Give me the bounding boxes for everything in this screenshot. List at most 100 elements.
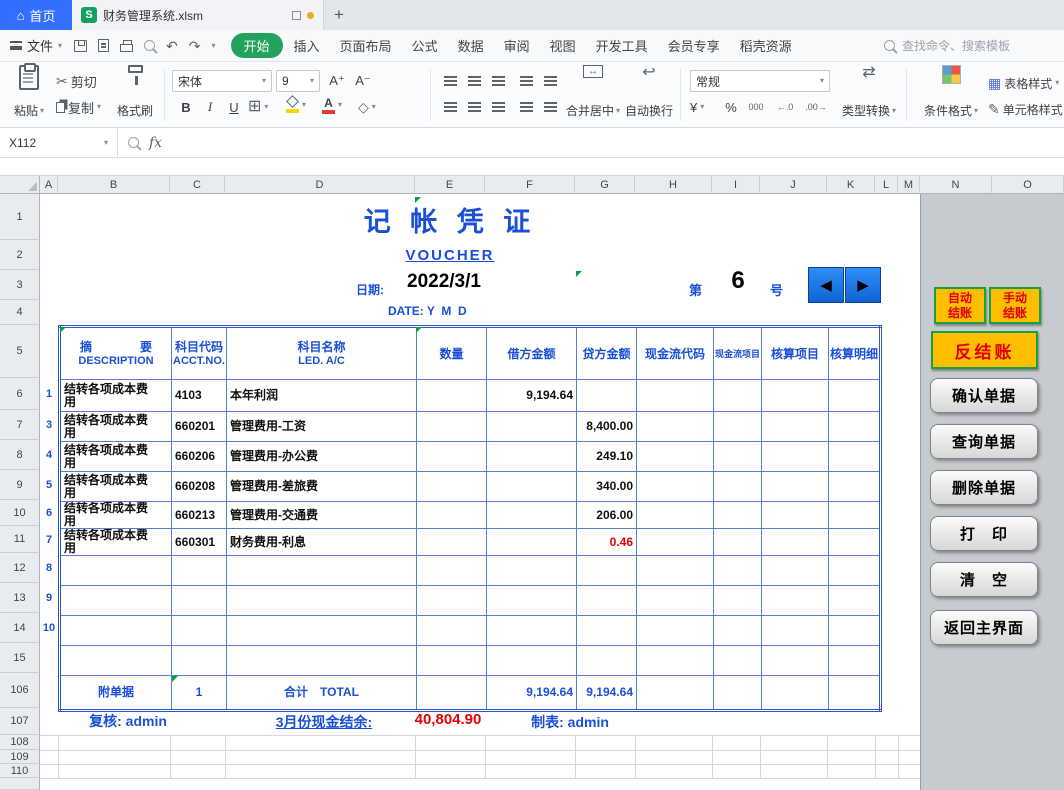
tab-developer[interactable]: 开发工具 [587, 33, 657, 58]
save-icon[interactable] [74, 40, 87, 52]
print-button[interactable]: 打 印 [930, 516, 1038, 551]
tab-review[interactable]: 审阅 [495, 33, 539, 58]
thousand-separator-button[interactable]: 000 [744, 96, 768, 118]
increase-decimal-button[interactable]: .00→ [802, 96, 830, 118]
manual-close-button[interactable]: 手动结账 [989, 287, 1041, 324]
row-header-14[interactable]: 14 [0, 613, 40, 643]
cell-credit[interactable] [577, 646, 637, 676]
row-header-109[interactable]: 109 [0, 750, 40, 764]
cell-debit[interactable] [487, 442, 577, 472]
date-sub-label[interactable]: DATE: Y M D [388, 304, 467, 318]
select-all-corner[interactable] [0, 176, 40, 194]
align-bottom-button[interactable] [488, 70, 508, 92]
decrease-indent-button[interactable] [516, 70, 536, 92]
voucher-no-suffix[interactable]: 号 [770, 280, 783, 299]
redo-icon[interactable]: ↷ [189, 39, 201, 53]
voucher-subtitle[interactable]: VOUCHER [300, 247, 600, 264]
cell-qty[interactable] [417, 586, 487, 616]
align-middle-button[interactable] [464, 70, 484, 92]
align-left-button[interactable] [440, 96, 460, 118]
cell-name[interactable] [227, 616, 417, 646]
entry-no[interactable]: 3 [40, 410, 58, 440]
export-icon[interactable] [98, 39, 109, 52]
table-style-button[interactable]: ▦ 表格样式 ▾ [988, 72, 1059, 94]
cell-debit[interactable] [487, 502, 577, 529]
cash-balance-value[interactable]: 40,804.90 [405, 711, 491, 728]
cell-cashflow-item[interactable] [714, 556, 762, 586]
cell-name[interactable]: 管理费用-交通费 [227, 502, 417, 529]
cell-credit[interactable]: 340.00 [577, 472, 637, 502]
column-header-A[interactable]: A [40, 176, 58, 194]
column-header-G[interactable]: G [575, 176, 635, 194]
cell-acct-item[interactable] [762, 586, 829, 616]
cell-acct-item[interactable] [762, 529, 829, 556]
font-name-select[interactable]: 宋体 ▾ [172, 70, 272, 92]
cell-desc[interactable]: 结转各项成本费用 [60, 472, 172, 502]
cell-qty[interactable] [417, 380, 487, 412]
align-top-button[interactable] [440, 70, 460, 92]
cell-acct-item[interactable] [762, 472, 829, 502]
font-size-select[interactable]: 9 ▾ [276, 70, 320, 92]
col-credit[interactable]: 贷方金额 [577, 327, 637, 380]
column-header-J[interactable]: J [760, 176, 827, 194]
cell-code[interactable]: 660201 [172, 412, 227, 442]
query-voucher-button[interactable]: 查询单据 [930, 424, 1038, 459]
cell-acct-item[interactable] [762, 646, 829, 676]
align-center-button[interactable] [464, 96, 484, 118]
row-header-2[interactable]: 2 [0, 240, 40, 270]
cell-debit[interactable] [487, 616, 577, 646]
column-header-C[interactable]: C [170, 176, 225, 194]
reviewer-cell[interactable]: 复核: admin [58, 711, 198, 731]
format-painter-button[interactable]: 格式刷 [112, 62, 158, 122]
column-header-I[interactable]: I [712, 176, 760, 194]
cell-acct-detail[interactable] [829, 616, 881, 646]
voucher-no-value[interactable]: 6 [716, 267, 760, 295]
name-box[interactable]: X112 ▾ [0, 128, 118, 157]
wrap-text-button[interactable]: ↩ 自动换行 [624, 62, 674, 122]
total-credit[interactable]: 9,194.64 [577, 676, 637, 711]
cell-desc[interactable] [60, 616, 172, 646]
print-icon[interactable] [120, 44, 133, 52]
cell-name[interactable]: 管理费用-差旅费 [227, 472, 417, 502]
cell-name[interactable] [227, 646, 417, 676]
cell-code[interactable]: 660208 [172, 472, 227, 502]
row-header-9[interactable]: 9 [0, 470, 40, 500]
cell-code[interactable]: 660206 [172, 442, 227, 472]
row-header-8[interactable]: 8 [0, 440, 40, 470]
merge-center-button[interactable]: 合并居中▾ [566, 62, 620, 122]
reverse-close-button[interactable]: 反结账 [931, 331, 1038, 369]
cell-name[interactable] [227, 586, 417, 616]
cell-cashflow-item[interactable] [714, 616, 762, 646]
row-header-13[interactable]: 13 [0, 583, 40, 613]
cell-qty[interactable] [417, 502, 487, 529]
cell-credit[interactable]: 0.46 [577, 529, 637, 556]
row-header-1[interactable]: 1 [0, 194, 40, 240]
attach-value[interactable]: 1 [172, 676, 227, 711]
col-acct-no[interactable]: 科目代码ACCT.NO. [172, 327, 227, 380]
cell-cashflow-code[interactable] [637, 442, 714, 472]
entry-no[interactable]: 9 [40, 583, 58, 613]
preparer-cell[interactable]: 制表: admin [500, 712, 640, 732]
cell-qty[interactable] [417, 616, 487, 646]
entry-no[interactable]: 7 [40, 526, 58, 553]
next-voucher-button[interactable]: ▶ [845, 267, 881, 303]
column-header-E[interactable]: E [415, 176, 485, 194]
undo-icon[interactable]: ↶ [166, 39, 178, 53]
cell-debit[interactable] [487, 556, 577, 586]
cell-credit[interactable]: 8,400.00 [577, 412, 637, 442]
italic-button[interactable]: I [200, 96, 220, 118]
cell-acct-detail[interactable] [829, 556, 881, 586]
column-header-H[interactable]: H [635, 176, 712, 194]
cell-cashflow-item[interactable] [714, 502, 762, 529]
cell-debit[interactable] [487, 646, 577, 676]
row-header-6[interactable]: 6 [0, 378, 40, 410]
cell-acct-detail[interactable] [829, 676, 881, 711]
column-header-M[interactable]: M [898, 176, 920, 194]
row-header-110[interactable]: 110 [0, 764, 40, 778]
voucher-no-prefix[interactable]: 第 [689, 280, 702, 299]
cell-name[interactable]: 本年利润 [227, 380, 417, 412]
cell-acct-item[interactable] [762, 380, 829, 412]
tab-page-layout[interactable]: 页面布局 [331, 33, 401, 58]
cell-cashflow-code[interactable] [637, 586, 714, 616]
command-search[interactable]: 查找命令、搜索模板 [884, 37, 1054, 54]
